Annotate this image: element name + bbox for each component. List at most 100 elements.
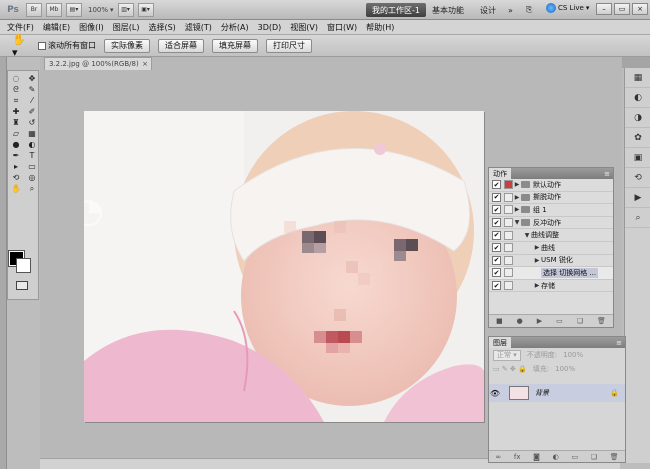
expand-triangle-icon[interactable]: ▶ — [533, 282, 541, 289]
scroll-all-windows-checkbox[interactable]: 滚动所有窗口 — [38, 40, 96, 51]
actual-pixels-button[interactable]: 实际像素 — [104, 38, 150, 53]
adjustments-panel-icon[interactable]: ◐ — [625, 88, 650, 108]
workspace-active[interactable]: 我的工作区-1 — [366, 3, 426, 17]
stop-icon[interactable]: ■ — [496, 317, 503, 325]
layer-row-background[interactable]: 👁 背景 🔒 — [489, 384, 625, 402]
cs-live[interactable]: CS Live ▾ — [546, 3, 589, 13]
blur-tool-icon[interactable]: ● — [8, 139, 24, 150]
menu-help[interactable]: 帮助(H) — [366, 22, 394, 33]
collapse-triangle-icon[interactable]: ▼ — [513, 219, 521, 226]
workspace-basic[interactable]: 基本功能 — [432, 3, 464, 17]
action-row[interactable]: ✔ ▼ 曲线调整 — [489, 229, 613, 242]
dialog-toggle-icon[interactable] — [504, 268, 513, 278]
lock-icons[interactable]: ▭ ✎ ✥ 🔒 — [493, 365, 527, 373]
eraser-tool-icon[interactable]: ▱ — [8, 128, 24, 139]
maximize-button[interactable]: ▭ — [614, 3, 630, 15]
menu-layer[interactable]: 图层(L) — [113, 22, 140, 33]
3d-orbit-tool-icon[interactable]: ◎ — [24, 172, 40, 183]
action-row[interactable]: ✔ ▶ 撕脱动作 — [489, 192, 613, 205]
close-button[interactable]: × — [632, 3, 648, 15]
actions-tab[interactable]: 动作 — [489, 168, 511, 179]
menu-window[interactable]: 窗口(W) — [327, 22, 357, 33]
crop-tool-icon[interactable]: ⌗ — [8, 95, 24, 106]
menu-file[interactable]: 文件(F) — [7, 22, 34, 33]
action-toggle-checkbox[interactable]: ✔ — [492, 255, 501, 265]
expand-triangle-icon[interactable]: ▶ — [533, 257, 541, 264]
action-toggle-checkbox[interactable]: ✔ — [492, 230, 501, 240]
delete-layer-icon[interactable]: 🗑 — [610, 453, 619, 461]
histogram-panel-icon[interactable]: ▦ — [625, 68, 650, 88]
expand-triangle-icon[interactable]: ▶ — [533, 244, 541, 251]
color-panel-icon[interactable]: ▣ — [625, 148, 650, 168]
dialog-toggle-icon[interactable] — [504, 281, 513, 291]
collapse-triangle-icon[interactable]: ▼ — [523, 232, 531, 239]
trash-icon[interactable]: 🗑 — [597, 317, 606, 325]
fit-screen-button[interactable]: 适合屏幕 — [158, 38, 204, 53]
dodge-tool-icon[interactable]: ◐ — [24, 139, 40, 150]
mini-bridge-button[interactable]: Mb — [46, 2, 62, 17]
minimize-button[interactable]: – — [596, 3, 612, 15]
print-size-button[interactable]: 打印尺寸 — [266, 38, 312, 53]
pen-tool-icon[interactable]: ✒ — [8, 150, 24, 161]
menu-image[interactable]: 图像(I) — [79, 22, 104, 33]
dialog-toggle-icon[interactable] — [504, 243, 513, 253]
action-row[interactable]: ✔ ▶ 曲线 — [489, 242, 613, 255]
path-select-tool-icon[interactable]: ▸ — [8, 161, 24, 172]
fill-value[interactable]: 100% — [555, 365, 575, 373]
add-mask-icon[interactable]: ◙ — [533, 453, 540, 461]
action-row[interactable]: ✔ ▶ 组 1 — [489, 204, 613, 217]
zoom-level-select[interactable]: 100% ▾ — [88, 6, 114, 14]
new-layer-icon[interactable]: ❏ — [591, 453, 597, 461]
hand-tool-preset-icon[interactable]: ✋▾ — [12, 33, 28, 59]
move-tool-icon[interactable]: ✥ — [24, 73, 40, 84]
masks-panel-icon[interactable]: ◑ — [625, 108, 650, 128]
brush-tool-icon[interactable]: ✐ — [24, 106, 40, 117]
zoom-tool-icon[interactable]: ⌕ — [24, 183, 40, 194]
gradient-tool-icon[interactable]: ▦ — [24, 128, 40, 139]
action-row[interactable]: ✔ ▶ 默认动作 — [489, 179, 613, 192]
dialog-toggle-icon[interactable] — [504, 255, 513, 265]
action-toggle-checkbox[interactable]: ✔ — [492, 281, 501, 291]
expand-triangle-icon[interactable]: ▶ — [513, 194, 521, 201]
3d-rotate-tool-icon[interactable]: ⟲ — [8, 172, 24, 183]
shape-tool-icon[interactable]: ▭ — [24, 161, 40, 172]
layer-style-icon[interactable]: fx — [514, 453, 521, 461]
history-panel-icon[interactable]: ⟲ — [625, 168, 650, 188]
action-row[interactable]: ✔ ▼ 反冲动作 — [489, 217, 613, 230]
background-color-swatch[interactable] — [16, 258, 31, 273]
lasso-tool-icon[interactable]: ᘓ — [8, 84, 24, 95]
healing-tool-icon[interactable]: ✚ — [8, 106, 24, 117]
action-row-selected[interactable]: ✔ 选择 切换网格 ... — [489, 267, 613, 280]
action-toggle-checkbox[interactable]: ✔ — [492, 205, 501, 215]
link-layers-icon[interactable]: ∞ — [495, 453, 501, 461]
layers-panel-menu-icon[interactable]: ≡ — [616, 339, 622, 347]
styles-panel-icon[interactable]: ✿ — [625, 128, 650, 148]
visibility-eye-icon[interactable]: 👁 — [489, 389, 501, 398]
marquee-tool-icon[interactable]: ◌ — [8, 73, 24, 84]
action-toggle-checkbox[interactable]: ✔ — [492, 243, 501, 253]
actions-panel-menu-icon[interactable]: ≡ — [604, 170, 610, 178]
dialog-toggle-icon[interactable] — [504, 218, 513, 228]
hand-tool-icon[interactable]: ✋ — [8, 183, 24, 194]
menu-select[interactable]: 选择(S) — [148, 22, 175, 33]
record-icon[interactable]: ● — [517, 317, 523, 325]
dialog-toggle-icon[interactable] — [504, 230, 513, 240]
dialog-toggle-icon[interactable] — [504, 205, 513, 215]
dialog-toggle-icon[interactable] — [504, 192, 513, 202]
cs-live-toggle[interactable]: ⎘ — [526, 3, 532, 17]
action-toggle-checkbox[interactable]: ✔ — [492, 218, 501, 228]
fill-screen-button[interactable]: 填充屏幕 — [212, 38, 258, 53]
workspace-more[interactable]: » — [508, 3, 513, 17]
expand-triangle-icon[interactable]: ▶ — [513, 206, 521, 213]
document-tab[interactable]: 3.2.2.jpg @ 100%(RGB/8) × — [44, 57, 152, 70]
menu-filter[interactable]: 滤镜(T) — [185, 22, 212, 33]
new-set-icon[interactable]: ▭ — [556, 317, 563, 325]
blend-mode-select[interactable]: 正常 ▾ — [493, 349, 521, 361]
document-canvas-image[interactable]: ◔ — [84, 111, 484, 422]
dialog-toggle-icon[interactable] — [504, 180, 513, 190]
action-toggle-checkbox[interactable]: ✔ — [492, 268, 501, 278]
new-action-icon[interactable]: ❏ — [577, 317, 583, 325]
eyedropper-tool-icon[interactable]: ⁄ — [24, 95, 40, 106]
quick-select-tool-icon[interactable]: ✎ — [24, 84, 40, 95]
menu-3d[interactable]: 3D(D) — [258, 23, 282, 32]
